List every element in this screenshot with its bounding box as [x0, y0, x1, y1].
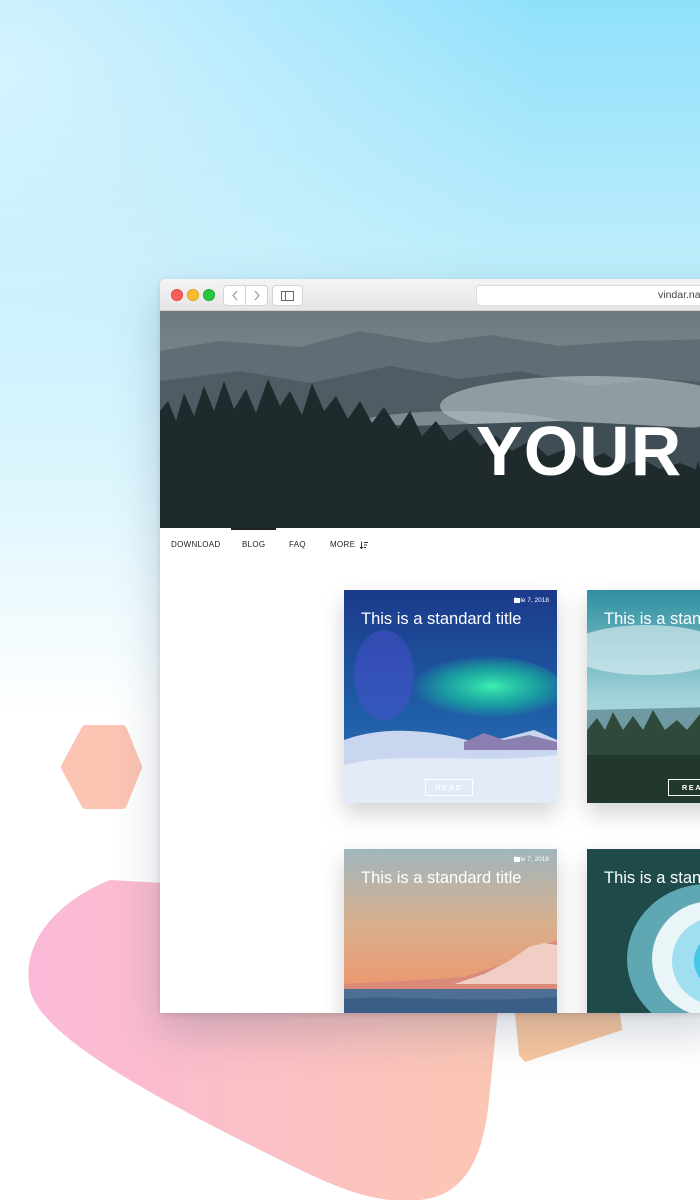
decor-orange-shard: [515, 1013, 622, 1062]
nav-active-indicator: [231, 528, 276, 530]
address-bar[interactable]: vindar.nam: [476, 285, 700, 306]
back-button[interactable]: [224, 286, 246, 305]
hero-banner: YOUR: [160, 311, 700, 528]
read-button[interactable]: REA: [668, 779, 700, 796]
browser-titlebar: vindar.nam: [160, 279, 700, 311]
decor-hexagon: [61, 725, 142, 809]
card-title: This is a standard title: [361, 869, 522, 887]
site-nav: DOWNLOAD BLOG FAQ MORE: [160, 528, 700, 560]
read-button[interactable]: READ: [425, 779, 473, 796]
chevron-left-icon: [231, 290, 237, 301]
hero-title: YOUR: [476, 412, 683, 490]
card-date: Jule 7, 2018: [513, 597, 549, 604]
blog-card[interactable]: Jule 7, 2018 This is a standard title RE…: [344, 590, 557, 803]
close-window-button[interactable]: [171, 289, 183, 301]
nav-item-blog[interactable]: BLOG: [242, 540, 265, 549]
address-text: vindar.nam: [658, 289, 700, 301]
calendar-icon: [513, 598, 520, 603]
nav-item-faq[interactable]: FAQ: [289, 540, 306, 549]
card-title: This is a standard title: [361, 610, 522, 628]
nav-item-more[interactable]: MORE: [330, 540, 368, 550]
minimize-window-button[interactable]: [187, 289, 199, 301]
history-nav: [223, 285, 268, 306]
zoom-window-button[interactable]: [203, 289, 215, 301]
sidebar-icon: [281, 290, 294, 301]
card-title: This is a stan: [604, 869, 700, 887]
forward-button[interactable]: [246, 286, 267, 305]
sort-icon: [359, 541, 368, 550]
sidebar-toggle-button[interactable]: [272, 285, 303, 306]
nav-item-download[interactable]: DOWNLOAD: [171, 540, 221, 549]
blog-card[interactable]: This is a stan: [587, 849, 700, 1013]
blog-card[interactable]: This is a stan REA: [587, 590, 700, 803]
card-date: Jule 7, 2018: [513, 856, 549, 863]
chevron-right-icon: [254, 290, 260, 301]
calendar-icon: [513, 857, 520, 862]
browser-window: vindar.nam: [160, 279, 700, 1013]
blog-card[interactable]: Jule 7, 2018 This is a standard title: [344, 849, 557, 1013]
nav-item-more-label: MORE: [330, 540, 356, 549]
card-title: This is a stan: [604, 610, 700, 628]
